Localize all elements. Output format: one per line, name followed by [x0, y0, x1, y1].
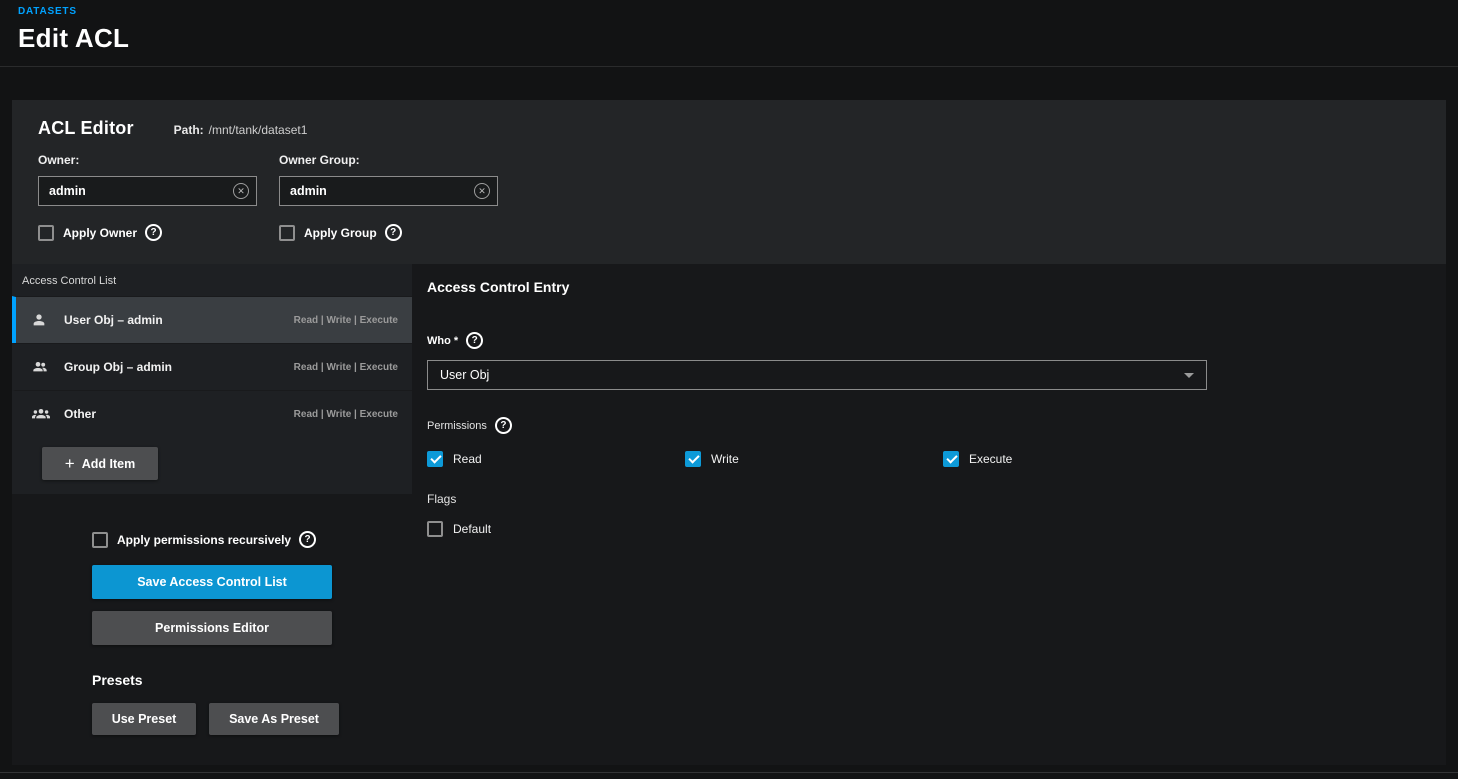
owner-input[interactable]: [38, 176, 257, 206]
flags-label: Flags: [427, 492, 1446, 506]
page-title: Edit ACL: [18, 23, 1458, 54]
owner-group-input[interactable]: [279, 176, 498, 206]
flag-default-group: Default: [427, 521, 1446, 537]
default-checkbox[interactable]: [427, 521, 443, 537]
presets-title: Presets: [92, 672, 412, 688]
apply-recursively-group: Apply permissions recursively ?: [92, 531, 412, 548]
apply-recursively-label: Apply permissions recursively: [117, 533, 291, 547]
apply-owner-group: Apply Owner ?: [38, 224, 279, 241]
acl-editor-top-section: ACL Editor Path: /mnt/tank/dataset1 Owner…: [12, 100, 1446, 264]
acl-item-label: Other: [64, 407, 294, 421]
acl-item-permissions: Read | Write | Execute: [294, 315, 398, 326]
who-select[interactable]: User Obj: [427, 360, 1207, 390]
acl-lower-section: Access Control List User Obj – admin Rea…: [12, 264, 1446, 765]
who-help-icon[interactable]: ?: [466, 332, 483, 349]
permissions-help-icon[interactable]: ?: [495, 417, 512, 434]
path-value: /mnt/tank/dataset1: [209, 123, 308, 137]
acl-list-item-other[interactable]: Other Read | Write | Execute: [12, 390, 412, 437]
read-label: Read: [453, 452, 482, 466]
owner-clear-icon[interactable]: ✕: [233, 183, 249, 199]
apply-owner-label: Apply Owner: [63, 226, 137, 240]
write-label: Write: [711, 452, 739, 466]
write-checkbox[interactable]: [685, 451, 701, 467]
who-label: Who *: [427, 335, 458, 347]
acl-list-column: Access Control List User Obj – admin Rea…: [12, 264, 412, 765]
owner-group-field-group: Owner Group: ✕: [279, 153, 498, 206]
plus-icon: +: [65, 455, 75, 472]
chevron-down-icon: [1184, 373, 1194, 378]
owner-label: Owner:: [38, 153, 257, 167]
acl-list-item-user-obj[interactable]: User Obj – admin Read | Write | Execute: [12, 296, 412, 343]
acl-list-title: Access Control List: [12, 264, 412, 296]
owner-group-label: Owner Group:: [279, 153, 498, 167]
save-acl-button[interactable]: Save Access Control List: [92, 565, 332, 599]
header-divider: [0, 66, 1458, 67]
acl-list-item-group-obj[interactable]: Group Obj – admin Read | Write | Execute: [12, 343, 412, 390]
apply-group-help-icon[interactable]: ?: [385, 224, 402, 241]
read-checkbox[interactable]: [427, 451, 443, 467]
apply-group-checkbox[interactable]: [279, 225, 295, 241]
owner-group-clear-icon[interactable]: ✕: [474, 183, 490, 199]
acl-editor-card: ACL Editor Path: /mnt/tank/dataset1 Owner…: [12, 100, 1446, 765]
acl-item-permissions: Read | Write | Execute: [294, 362, 398, 373]
add-item-button[interactable]: + Add Item: [42, 447, 158, 480]
breadcrumb[interactable]: DATASETS: [18, 6, 1458, 17]
ace-title: Access Control Entry: [427, 279, 1446, 295]
bottom-divider: [0, 772, 1458, 773]
acl-item-label: Group Obj – admin: [64, 360, 294, 374]
execute-label: Execute: [969, 452, 1012, 466]
apply-owner-checkbox[interactable]: [38, 225, 54, 241]
acl-item-permissions: Read | Write | Execute: [294, 409, 398, 420]
add-item-label: Add Item: [82, 457, 135, 471]
owner-field-group: Owner: ✕: [38, 153, 257, 206]
use-preset-button[interactable]: Use Preset: [92, 703, 196, 735]
dataset-path: Path: /mnt/tank/dataset1: [174, 123, 308, 137]
path-label: Path:: [174, 123, 204, 137]
apply-group-group: Apply Group ?: [279, 224, 520, 241]
acl-editor-title: ACL Editor: [38, 118, 134, 139]
permissions-label: Permissions: [427, 420, 487, 432]
acl-item-label: User Obj – admin: [64, 313, 294, 327]
apply-recursively-checkbox[interactable]: [92, 532, 108, 548]
permission-read-group: Read: [427, 451, 685, 467]
permission-write-group: Write: [685, 451, 943, 467]
who-select-value: User Obj: [440, 368, 489, 382]
page-header: DATASETS Edit ACL: [0, 0, 1458, 54]
save-as-preset-button[interactable]: Save As Preset: [209, 703, 339, 735]
acl-list-panel: Access Control List User Obj – admin Rea…: [12, 264, 412, 494]
apply-recursively-help-icon[interactable]: ?: [299, 531, 316, 548]
users-icon: [30, 406, 56, 422]
permission-execute-group: Execute: [943, 451, 1201, 467]
apply-owner-help-icon[interactable]: ?: [145, 224, 162, 241]
group-icon: [30, 359, 56, 375]
default-label: Default: [453, 522, 491, 536]
execute-checkbox[interactable]: [943, 451, 959, 467]
access-control-entry-panel: Access Control Entry Who * ? User Obj Pe…: [412, 264, 1446, 765]
user-icon: [30, 312, 56, 328]
apply-group-label: Apply Group: [304, 226, 377, 240]
acl-actions: Apply permissions recursively ? Save Acc…: [12, 494, 412, 735]
permissions-editor-button[interactable]: Permissions Editor: [92, 611, 332, 645]
